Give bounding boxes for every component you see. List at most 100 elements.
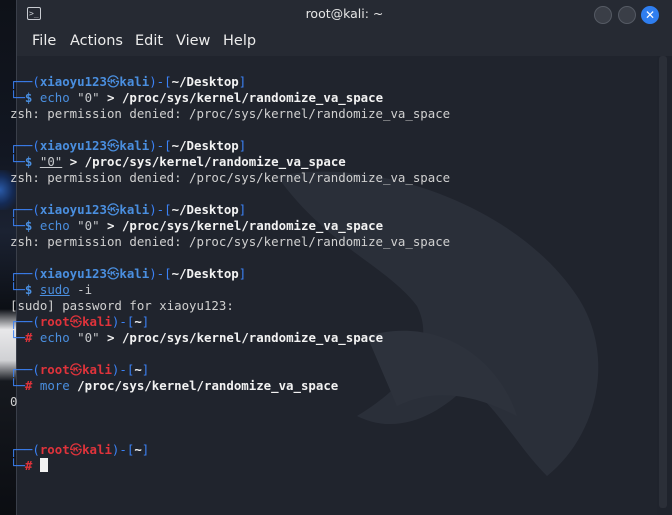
- prompt-user: xiaoyu123: [39, 266, 107, 281]
- prompt-host: kali: [119, 266, 150, 281]
- prompt-host: kali: [119, 138, 150, 153]
- prompt-user: xiaoyu123: [39, 138, 107, 153]
- prompt-cwd: ~: [134, 314, 142, 329]
- prompt-frame: )-[: [111, 362, 135, 377]
- prompt-host: kali: [82, 442, 112, 457]
- prompt-frame: └─: [10, 458, 25, 473]
- command-target-path: /proc/sys/kernel/randomize_va_space: [77, 378, 339, 393]
- output-text: zsh: permission denied: /proc/sys/kernel…: [10, 234, 451, 249]
- prompt-cwd: ~/Desktop: [171, 202, 239, 217]
- text-cursor[interactable]: [39, 458, 48, 472]
- terminal-lines: ┌──(xiaoyu123㉿kali)-[~/Desktop] └─$ echo …: [10, 74, 450, 474]
- prompt-frame: └─: [10, 154, 25, 169]
- prompt-frame: ]: [238, 74, 247, 89]
- redirect-operator: >: [69, 154, 78, 169]
- command-name: echo: [39, 330, 70, 345]
- prompt-header-line: ┌──(root㉿kali)-[~]: [10, 362, 450, 378]
- command-target-path: /proc/sys/kernel/randomize_va_space: [121, 330, 384, 345]
- command-name: echo: [39, 90, 70, 105]
- prompt-cwd: ~/Desktop: [171, 138, 239, 153]
- command-target-path: /proc/sys/kernel/randomize_va_space: [121, 90, 384, 105]
- output-text: zsh: permission denied: /proc/sys/kernel…: [10, 170, 451, 185]
- maximize-button[interactable]: [618, 6, 636, 24]
- prompt-frame: └─: [10, 218, 25, 233]
- menu-edit[interactable]: Edit: [135, 33, 163, 49]
- prompt-frame: └─: [10, 90, 25, 105]
- prompt-frame: ┌──(: [10, 74, 40, 89]
- prompt-user: root: [39, 362, 70, 377]
- command-name: sudo: [39, 282, 70, 297]
- command-argument: -i: [77, 282, 93, 297]
- prompt-user: root: [39, 442, 70, 457]
- prompt-at-icon: ㉿: [106, 74, 120, 89]
- prompt-host: kali: [119, 74, 150, 89]
- window-title: root@kali: ~: [305, 6, 384, 21]
- prompt-frame: ]: [238, 138, 247, 153]
- command-output-line: [sudo] password for xiaoyu123:: [10, 298, 450, 314]
- prompt-frame: ┌──(: [10, 202, 40, 217]
- prompt-char: #: [24, 458, 33, 473]
- prompt-header-line: ┌──(xiaoyu123㉿kali)-[~/Desktop]: [10, 202, 450, 218]
- output-text: zsh: permission denied: /proc/sys/kernel…: [10, 106, 451, 121]
- prompt-frame: ]: [141, 362, 150, 377]
- prompt-frame: ]: [238, 266, 247, 281]
- prompt-frame: ┌──(: [10, 314, 40, 329]
- command-argument: "0": [77, 330, 100, 345]
- prompt-at-icon: ㉿: [106, 138, 120, 153]
- prompt-header-line: ┌──(root㉿kali)-[~]: [10, 314, 450, 330]
- scrollbar[interactable]: [659, 56, 667, 508]
- prompt-frame: ┌──(: [10, 442, 40, 457]
- prompt-user: xiaoyu123: [39, 74, 107, 89]
- command-name: more: [39, 378, 70, 393]
- menu-actions[interactable]: Actions: [70, 33, 123, 49]
- redirect-operator: >: [107, 218, 115, 233]
- menu-file[interactable]: File: [32, 33, 56, 49]
- close-button[interactable]: ✕: [641, 6, 659, 24]
- prompt-frame: ]: [141, 442, 150, 457]
- command-argument: "0": [39, 154, 63, 169]
- command-argument: "0": [77, 218, 100, 233]
- redirect-operator: >: [107, 90, 115, 105]
- prompt-header-line: ┌──(xiaoyu123㉿kali)-[~/Desktop]: [10, 138, 450, 154]
- menu-help[interactable]: Help: [223, 33, 256, 49]
- prompt-host: kali: [82, 362, 112, 377]
- prompt-frame: ┌──(: [10, 138, 40, 153]
- prompt-at-icon: ㉿: [69, 362, 83, 377]
- prompt-frame: )-[: [149, 266, 172, 281]
- prompt-cwd: ~/Desktop: [171, 74, 239, 89]
- prompt-cwd: ~/Desktop: [171, 266, 239, 281]
- title-bar[interactable]: >_ root@kali: ~ ✕: [17, 0, 672, 30]
- command-line: └─$ echo "0" > /proc/sys/kernel/randomiz…: [10, 218, 450, 234]
- prompt-frame: )-[: [149, 74, 172, 89]
- prompt-user: root: [39, 314, 70, 329]
- command-line: └─#: [10, 458, 450, 474]
- prompt-frame: ┌──(: [10, 266, 40, 281]
- command-line: └─# echo "0" > /proc/sys/kernel/randomiz…: [10, 330, 450, 346]
- prompt-frame: )-[: [149, 138, 172, 153]
- command-line: └─$ sudo -i: [10, 282, 450, 298]
- prompt-header-line: ┌──(xiaoyu123㉿kali)-[~/Desktop]: [10, 74, 450, 90]
- command-target-path: /proc/sys/kernel/randomize_va_space: [121, 218, 384, 233]
- output-text: [sudo] password for xiaoyu123:: [10, 298, 234, 313]
- prompt-char: $: [24, 154, 33, 169]
- prompt-header-line: ┌──(xiaoyu123㉿kali)-[~/Desktop]: [10, 266, 450, 282]
- minimize-button[interactable]: [594, 6, 612, 24]
- command-argument: "0": [77, 90, 100, 105]
- prompt-char: #: [24, 330, 33, 345]
- prompt-frame: └─: [10, 282, 25, 297]
- menu-view[interactable]: View: [176, 33, 210, 49]
- command-output-line: zsh: permission denied: /proc/sys/kernel…: [10, 106, 450, 122]
- redirect-operator: >: [107, 330, 115, 345]
- prompt-char: $: [24, 90, 33, 105]
- prompt-frame: )-[: [149, 202, 172, 217]
- prompt-frame: └─: [10, 378, 25, 393]
- prompt-at-icon: ㉿: [106, 266, 120, 281]
- prompt-char: $: [24, 218, 33, 233]
- prompt-frame: )-[: [111, 442, 135, 457]
